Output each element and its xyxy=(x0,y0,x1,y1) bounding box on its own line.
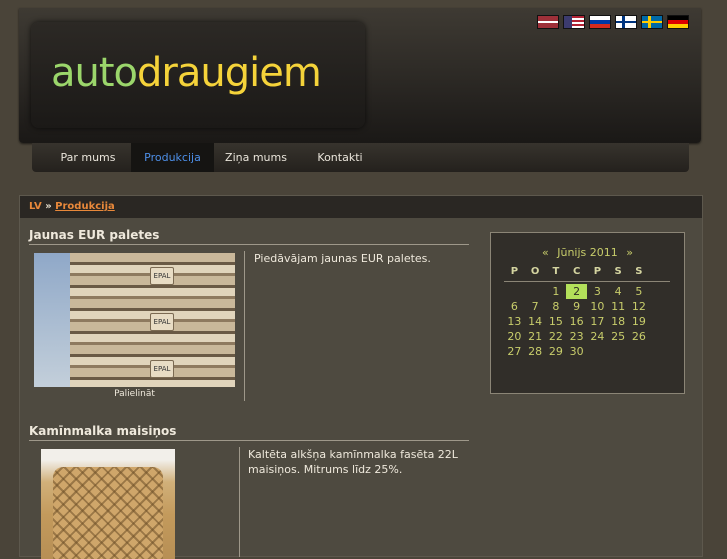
calendar-day[interactable]: 3 xyxy=(587,284,608,299)
calendar-day[interactable]: 22 xyxy=(546,329,567,344)
calendar-widget: « Jūnijs 2011 » P O T C P S S 1234567891… xyxy=(490,232,685,394)
enlarge-link[interactable]: Palielināt xyxy=(34,389,235,399)
calendar-empty-cell xyxy=(504,284,525,299)
breadcrumb-current[interactable]: Produkcija xyxy=(55,201,115,212)
calendar-next-button[interactable]: » xyxy=(626,246,633,259)
calendar-empty-cell xyxy=(629,344,650,359)
weekday-label: P xyxy=(593,266,602,277)
calendar-days: 1 2 3 4 5 6 7 8 9 10 11 12 13 14 15 16 17 18 19 20 21 22 23 24 2… xyxy=(504,284,670,359)
firewood-bag-image[interactable] xyxy=(41,449,175,559)
nav-item-kontakti[interactable]: Kontakti xyxy=(305,143,375,172)
calendar-day[interactable]: 24 xyxy=(587,329,608,344)
calendar-day[interactable]: 2 xyxy=(566,284,587,299)
calendar-day[interactable]: 1 xyxy=(546,284,567,299)
calendar-week-row: 12345 xyxy=(504,284,670,299)
calendar-empty-cell xyxy=(587,344,608,359)
calendar-day[interactable]: 7 xyxy=(525,299,546,314)
calendar-day[interactable]: 11 xyxy=(608,299,629,314)
product-divider xyxy=(29,440,469,441)
pallets-image[interactable]: EPAL EPAL EPAL xyxy=(34,253,235,387)
breadcrumb-separator: » xyxy=(45,201,52,212)
lv-flag-icon[interactable] xyxy=(537,15,559,29)
calendar-week-row: 13 14 15 16 17 18 19 xyxy=(504,314,670,329)
de-flag-icon[interactable] xyxy=(667,15,689,29)
product-description: Piedāvājam jaunas EUR paletes. xyxy=(254,252,431,265)
nav-item-produkcija[interactable]: Produkcija xyxy=(131,143,214,172)
calendar-day[interactable]: 20 xyxy=(504,329,525,344)
calendar-day[interactable]: 28 xyxy=(525,344,546,359)
calendar-month-label: Jūnijs 2011 xyxy=(557,246,618,259)
us-flag-icon[interactable] xyxy=(563,15,585,29)
product-title: Jaunas EUR paletes xyxy=(29,228,160,242)
calendar-day[interactable]: 12 xyxy=(629,299,650,314)
breadcrumb: LV » Produkcija xyxy=(29,201,115,212)
main-nav: Par mums Produkcija Ziņa mums Kontakti xyxy=(32,143,689,172)
calendar-day[interactable]: 25 xyxy=(608,329,629,344)
calendar-day[interactable]: 9 xyxy=(566,299,587,314)
site-logo[interactable]: autodraugiem xyxy=(51,50,322,96)
weekday-label: S xyxy=(614,266,622,277)
fi-flag-icon[interactable] xyxy=(615,15,637,29)
calendar-day[interactable]: 23 xyxy=(566,329,587,344)
breadcrumb-root[interactable]: LV xyxy=(29,201,42,212)
weekday-label: C xyxy=(572,266,581,277)
calendar-day[interactable]: 21 xyxy=(525,329,546,344)
calendar-day[interactable]: 17 xyxy=(587,314,608,329)
calendar-day[interactable]: 16 xyxy=(566,314,587,329)
calendar-day[interactable]: 27 xyxy=(504,344,525,359)
calendar-grid: P O T C P S S 1 2 3 4 5 6 7 8 9 10 11 12 13 14 15 16 17 1… xyxy=(504,264,670,359)
product-divider xyxy=(29,244,469,245)
content-area: LV » Produkcija Jaunas EUR paletes EPAL … xyxy=(19,195,703,559)
calendar-header: « Jūnijs 2011 » xyxy=(491,246,684,259)
logo-part-auto: auto xyxy=(51,50,138,96)
calendar-day[interactable]: 29 xyxy=(546,344,567,359)
product-column-divider xyxy=(239,447,240,557)
calendar-day[interactable]: 4 xyxy=(608,284,629,299)
product-title: Kamīnmalka maisiņos xyxy=(29,424,177,438)
se-flag-icon[interactable] xyxy=(641,15,663,29)
weekday-label: O xyxy=(530,266,540,277)
ru-flag-icon[interactable] xyxy=(589,15,611,29)
calendar-week-row: 6 7 8 9 10 11 12 xyxy=(504,299,670,314)
calendar-day[interactable]: 10 xyxy=(587,299,608,314)
calendar-day[interactable]: 19 xyxy=(629,314,650,329)
product-column-divider xyxy=(244,251,245,401)
calendar-day[interactable]: 15 xyxy=(546,314,567,329)
logo-part-draugiem: draugiem xyxy=(137,50,322,96)
calendar-week-row: 20 21 22 23 24 25 26 xyxy=(504,329,670,344)
weekday-label: S xyxy=(635,266,643,277)
calendar-weekdays: P O T C P S S xyxy=(504,264,670,279)
calendar-day[interactable]: 26 xyxy=(629,329,650,344)
pallet-stamp: EPAL xyxy=(150,360,174,378)
calendar-empty-cell xyxy=(608,344,629,359)
nav-item-par-mums[interactable]: Par mums xyxy=(50,143,126,172)
calendar-prev-button[interactable]: « xyxy=(542,246,549,259)
calendar-day[interactable]: 6 xyxy=(504,299,525,314)
weekday-label: P xyxy=(510,266,519,277)
calendar-day[interactable]: 30 xyxy=(566,344,587,359)
pallet-stamp: EPAL xyxy=(150,313,174,331)
calendar-empty-cell xyxy=(525,284,546,299)
product-description: Kaltēta alkšņa kamīnmalka fasēta 22L mai… xyxy=(248,448,458,476)
pallet-stamp: EPAL xyxy=(150,267,174,285)
logo-panel: autodraugiem xyxy=(31,22,365,128)
calendar-day[interactable]: 13 xyxy=(504,314,525,329)
language-flags xyxy=(537,15,689,29)
breadcrumb-bar: LV » Produkcija xyxy=(20,196,702,218)
calendar-day[interactable]: 5 xyxy=(629,284,650,299)
calendar-day[interactable]: 18 xyxy=(608,314,629,329)
calendar-week-row: 27 28 29 30 xyxy=(504,344,670,359)
calendar-day[interactable]: 8 xyxy=(546,299,567,314)
calendar-day[interactable]: 14 xyxy=(525,314,546,329)
nav-item-zina-mums[interactable]: Ziņa mums xyxy=(217,143,295,172)
weekday-label: T xyxy=(552,266,560,277)
site-header: autodraugiem xyxy=(19,8,701,143)
